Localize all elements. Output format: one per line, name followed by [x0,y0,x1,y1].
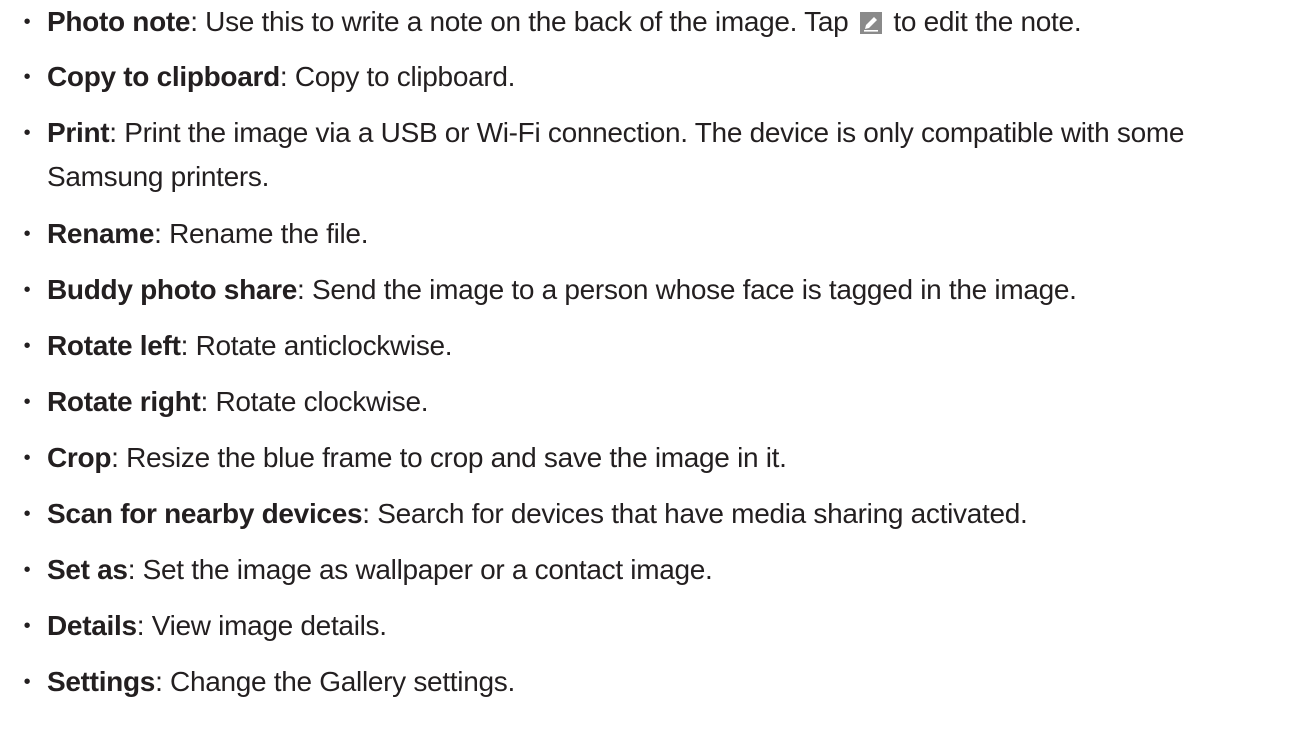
bullet: • [23,11,31,33]
list-item-copy-to-clipboard: • Copy to clipboard: Copy to clipboard. [20,55,1282,99]
term-rotate-right: Rotate right [47,386,201,417]
bullet: • [23,122,31,144]
term-details: Details [47,610,137,641]
list-item-set-as: • Set as: Set the image as wallpaper or … [20,548,1282,592]
list-item-buddy-photo-share: • Buddy photo share: Send the image to a… [20,268,1282,312]
desc-scan-for-nearby-devices: : Search for devices that have media sha… [362,498,1028,529]
term-photo-note: Photo note [47,6,191,37]
edit-pencil-icon [859,12,882,34]
list-item-photo-note: • Photo note: Use this to write a note o… [20,0,1282,44]
bullet: • [23,335,31,357]
desc-photo-note-after: to edit the note. [893,6,1082,37]
desc-details: : View image details. [136,610,387,641]
list-item-rotate-right: • Rotate right: Rotate clockwise. [20,380,1282,424]
term-rotate-left: Rotate left [47,330,181,361]
bullet: • [23,66,31,88]
bullet: • [23,391,31,413]
bullet: • [23,615,31,637]
desc-crop: : Resize the blue frame to crop and save… [111,442,787,473]
term-buddy-photo-share: Buddy photo share [47,274,298,305]
desc-rename: : Rename the file. [154,218,369,249]
list-item-settings: • Settings: Change the Gallery settings. [20,660,1282,704]
list-item-scan-for-nearby-devices: • Scan for nearby devices: Search for de… [20,492,1282,536]
term-crop: Crop [47,442,112,473]
term-print: Print [47,117,110,148]
desc-photo-note-before: : Use this to write a note on the back o… [190,6,849,37]
desc-settings: : Change the Gallery settings. [155,666,515,697]
bullet: • [23,447,31,469]
term-scan-for-nearby-devices: Scan for nearby devices [47,498,363,529]
desc-copy-to-clipboard: : Copy to clipboard. [279,61,516,92]
list-item-print: • Print: Print the image via a USB or Wi… [20,111,1282,199]
desc-print: : Print the image via a USB or Wi-Fi con… [47,117,1185,192]
bullet: • [23,559,31,581]
term-set-as: Set as [47,554,128,585]
desc-set-as: : Set the image as wallpaper or a contac… [127,554,713,585]
desc-rotate-right: : Rotate clockwise. [200,386,429,417]
term-copy-to-clipboard: Copy to clipboard [47,61,280,92]
term-rename: Rename [47,218,155,249]
list-item-rename: • Rename: Rename the file. [20,212,1282,256]
bullet: • [23,503,31,525]
desc-rotate-left: : Rotate anticlockwise. [180,330,453,361]
option-list: • Photo note: Use this to write a note o… [0,0,1302,745]
list-item-crop: • Crop: Resize the blue frame to crop an… [20,436,1282,480]
term-settings: Settings [47,666,156,697]
list-item-details: • Details: View image details. [20,604,1282,648]
list-item-rotate-left: • Rotate left: Rotate anticlockwise. [20,324,1282,368]
bullet: • [23,223,31,245]
bullet: • [23,671,31,693]
desc-buddy-photo-share: : Send the image to a person whose face … [297,274,1077,305]
bullet: • [23,279,31,301]
